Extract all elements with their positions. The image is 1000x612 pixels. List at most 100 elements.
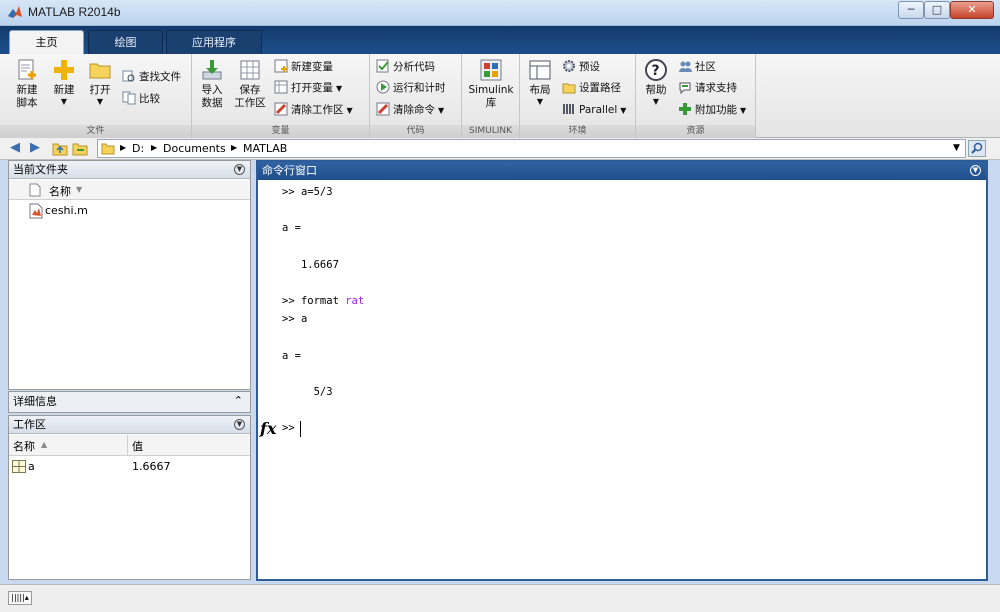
set-path-button[interactable]: 设置路径 xyxy=(562,79,621,97)
variable-name: a xyxy=(28,460,35,473)
import-data-button[interactable]: 导入 数据 xyxy=(196,58,228,110)
ribbon: 新建 脚本 新建 ▼ 打开 ▼ 查找文件 比较 文件 导入 数据 保存 工作区 xyxy=(0,54,1000,138)
address-bar: ◀ ▶ ▶ D: ▶ Documents ▶ MATLAB ▼ xyxy=(0,138,1000,160)
add-ons-button[interactable]: 附加功能 ▼ xyxy=(678,101,746,119)
back-arrow-icon[interactable]: ◀ xyxy=(10,141,20,155)
group-label-simulink: SIMULINK xyxy=(462,125,519,138)
find-files-icon xyxy=(122,70,135,82)
group-code: 分析代码 运行和计时 清除命令 ▼ 代码 xyxy=(370,54,462,138)
compare-button[interactable]: 比较 xyxy=(122,90,160,108)
folder-icon xyxy=(89,63,111,79)
forward-arrow-icon[interactable]: ▶ xyxy=(30,141,40,155)
chevron-down-icon: ▼ xyxy=(652,97,660,106)
analyze-code-icon xyxy=(376,59,389,73)
variable-value: 1.6667 xyxy=(132,460,171,473)
variable-grid-icon xyxy=(12,460,26,473)
simulink-library-button[interactable]: Simulink 库 xyxy=(467,58,515,110)
tab-apps[interactable]: 应用程序 xyxy=(166,30,262,54)
analyze-code-button[interactable]: 分析代码 xyxy=(376,58,435,76)
panel-menu-icon[interactable]: ▼ xyxy=(234,164,245,175)
chevron-down-icon[interactable]: ▼ xyxy=(953,143,960,153)
workspace-name-column[interactable]: 名称 xyxy=(13,438,35,454)
plus-icon xyxy=(54,60,74,80)
chevron-down-icon: ▼ xyxy=(336,84,343,93)
file-column-header[interactable]: 名称 ▼ xyxy=(9,180,250,200)
breadcrumb-drive[interactable]: D: xyxy=(132,142,144,155)
group-label-code: 代码 xyxy=(370,125,461,138)
open-variable-button[interactable]: 打开变量 ▼ xyxy=(274,79,342,97)
breadcrumb-documents[interactable]: Documents xyxy=(163,142,226,155)
file-row[interactable]: ceshi.m xyxy=(9,202,250,220)
chevron-down-icon: ▼ xyxy=(96,97,104,106)
layout-button[interactable]: 布局 ▼ xyxy=(524,58,556,107)
new-label: 新建 xyxy=(53,84,75,96)
panel-menu-icon[interactable]: ▼ xyxy=(970,165,981,176)
find-files-label: 查找文件 xyxy=(139,71,181,83)
details-title: 详细信息 xyxy=(13,395,57,408)
chevron-down-icon: ▼ xyxy=(620,106,627,115)
group-resources: ? 帮助 ▼ 社区 请求支持 附加功能 ▼ 资源 xyxy=(636,54,756,138)
community-button[interactable]: 社区 xyxy=(678,58,716,76)
compare-label: 比较 xyxy=(139,93,160,105)
browse-folder-icon[interactable] xyxy=(72,141,88,156)
m-file-icon xyxy=(29,203,43,219)
clear-commands-icon xyxy=(376,102,390,116)
preferences-button[interactable]: 预设 xyxy=(562,58,600,76)
run-and-time-button[interactable]: 运行和计时 xyxy=(376,79,446,97)
run-and-time-icon xyxy=(376,80,390,94)
find-files-button[interactable]: 查找文件 xyxy=(122,68,181,86)
open-variable-label: 打开变量 xyxy=(291,82,333,94)
command-window-header: 命令行窗口 ▼ xyxy=(258,162,986,180)
group-variable: 导入 数据 保存 工作区 新建变量 打开变量 ▼ 清除工作区 ▼ 变量 xyxy=(192,54,370,138)
open-button[interactable]: 打开 ▼ xyxy=(84,58,116,107)
path-field[interactable]: ▶ D: ▶ Documents ▶ MATLAB ▼ xyxy=(97,139,966,158)
save-workspace-button[interactable]: 保存 工作区 xyxy=(232,58,268,110)
clear-commands-label: 清除命令 xyxy=(393,104,435,116)
panel-menu-icon[interactable]: ▼ xyxy=(234,419,245,430)
workspace-panel: 工作区 ▼ 名称 ▲ 值 a 1.6667 xyxy=(8,415,251,580)
workspace-row[interactable]: a 1.6667 xyxy=(9,458,250,476)
status-grip-icon[interactable]: |||||▴ xyxy=(8,591,32,605)
file-name-column[interactable]: 名称 xyxy=(49,183,71,199)
output-line: 1.6667 xyxy=(282,259,339,271)
command-window[interactable]: 命令行窗口 ▼ >> a=5/3 a = 1.6667 >> format ra… xyxy=(256,160,988,581)
add-ons-label: 附加功能 xyxy=(695,104,737,116)
clear-commands-button[interactable]: 清除命令 ▼ xyxy=(376,101,444,119)
compare-icon xyxy=(122,91,136,105)
tab-plots[interactable]: 绘图 xyxy=(88,30,163,54)
import-data-label: 导入 数据 xyxy=(201,84,223,109)
maximize-button[interactable]: □ xyxy=(924,1,950,19)
help-button[interactable]: ? 帮助 ▼ xyxy=(640,58,672,107)
add-ons-icon xyxy=(679,103,691,115)
function-browser-icon[interactable]: fx xyxy=(260,419,276,438)
breadcrumb-separator-icon: ▶ xyxy=(120,143,127,152)
parallel-button[interactable]: Parallel ▼ xyxy=(562,101,626,119)
request-support-button[interactable]: 请求支持 xyxy=(678,79,737,97)
file-name[interactable]: ceshi.m xyxy=(45,204,88,217)
layout-label: 布局 xyxy=(529,84,551,96)
analyze-code-label: 分析代码 xyxy=(393,61,435,73)
output-line: 5/3 xyxy=(282,386,333,398)
search-folder-icon[interactable] xyxy=(968,140,986,157)
close-button[interactable]: ✕ xyxy=(950,1,994,19)
matlab-logo-icon xyxy=(8,6,22,18)
breadcrumb-matlab[interactable]: MATLAB xyxy=(243,142,287,155)
import-icon xyxy=(202,60,222,80)
group-label-variable: 变量 xyxy=(192,125,369,138)
help-icon: ? xyxy=(645,59,667,81)
new-variable-button[interactable]: 新建变量 xyxy=(274,58,333,76)
parallel-label: Parallel xyxy=(579,104,618,116)
workspace-value-column[interactable]: 值 xyxy=(132,438,143,454)
command-text: >> format xyxy=(282,295,346,307)
up-folder-icon[interactable] xyxy=(52,141,68,156)
text-cursor xyxy=(300,421,301,437)
chevron-up-icon[interactable]: ⌃ xyxy=(234,394,243,407)
clear-workspace-button[interactable]: 清除工作区 ▼ xyxy=(274,101,353,119)
new-script-button[interactable]: 新建 脚本 xyxy=(8,58,46,110)
details-panel[interactable]: 详细信息 ⌃ xyxy=(8,391,251,413)
simulink-icon xyxy=(480,59,502,81)
set-path-icon xyxy=(562,83,576,94)
minimize-button[interactable]: ─ xyxy=(898,1,924,19)
tab-home[interactable]: 主页 xyxy=(9,30,84,54)
new-button[interactable]: 新建 ▼ xyxy=(48,58,80,107)
